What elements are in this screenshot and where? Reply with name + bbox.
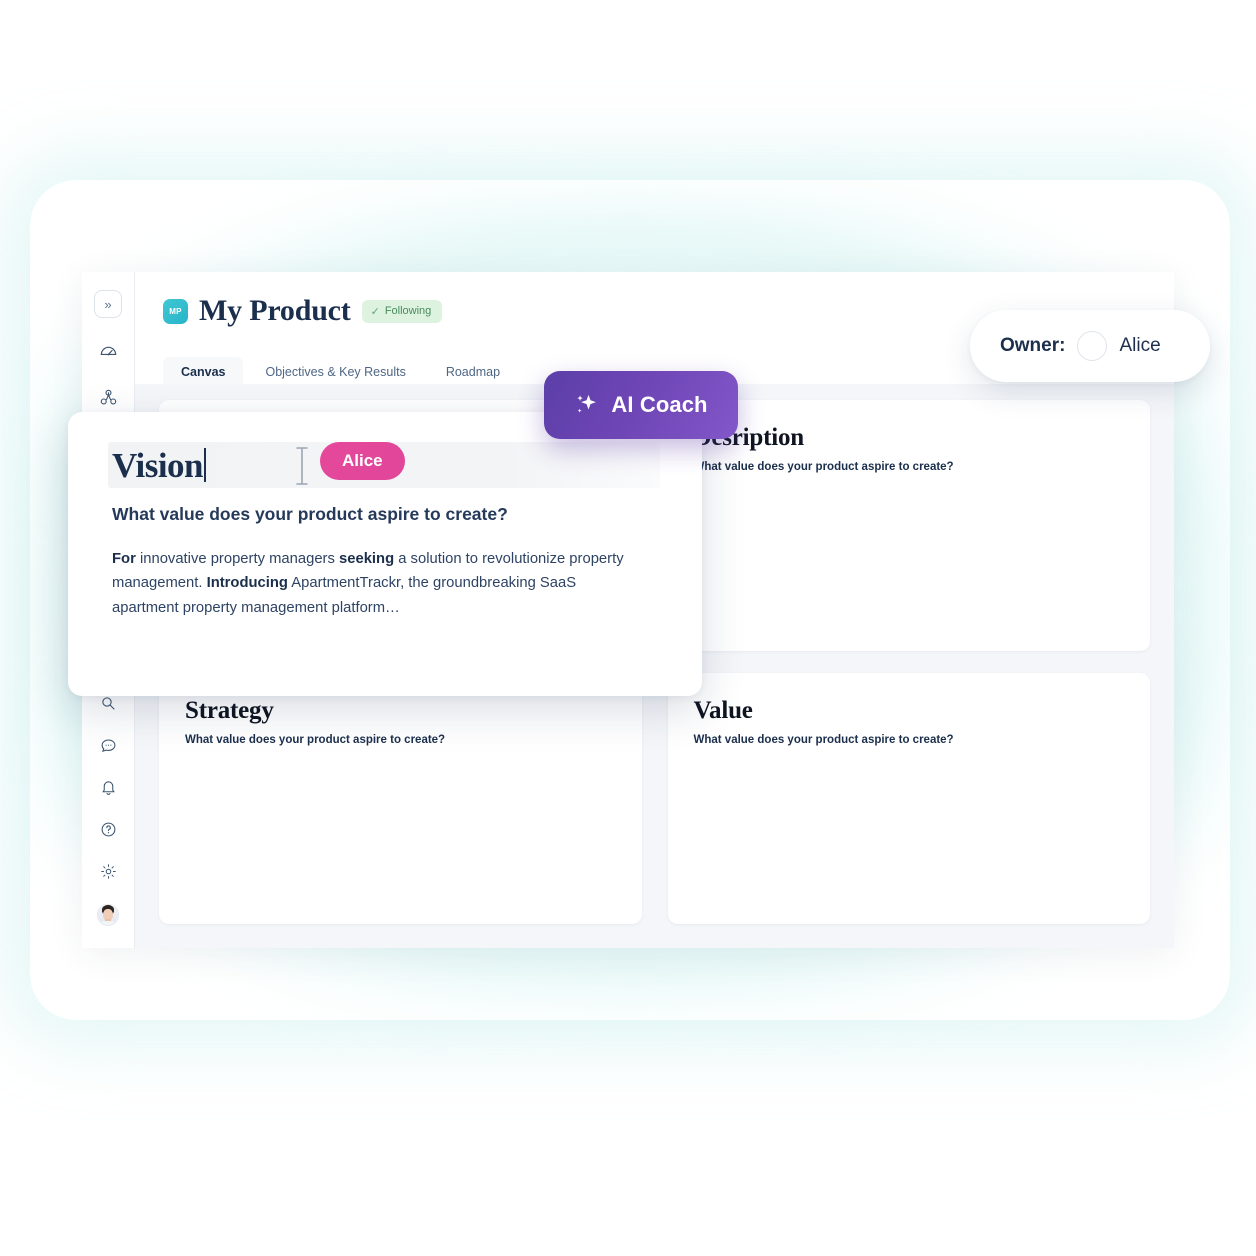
hierarchy-cluster-icon[interactable] <box>93 382 123 412</box>
owner-avatar <box>1077 331 1108 361</box>
card-strategy[interactable]: Strategy What value does your product as… <box>159 673 642 924</box>
vision-title-text: Vision <box>112 445 204 485</box>
product-logo-badge: MP <box>163 298 188 324</box>
bell-icon[interactable] <box>93 772 123 802</box>
settings-gear-icon[interactable] <box>93 856 123 886</box>
owner-name: Alice <box>1119 335 1161 356</box>
card-title: Value <box>693 697 753 724</box>
dashboard-gauge-icon[interactable] <box>93 335 123 365</box>
following-status-badge[interactable]: ✓ Following <box>361 299 443 323</box>
card-subtitle: What value does your product aspire to c… <box>693 461 954 473</box>
double-chevron-right-icon: » <box>104 296 112 312</box>
vision-question: What value does your product aspire to c… <box>112 504 508 524</box>
vision-title-input[interactable]: Vision Alice <box>108 442 660 488</box>
vision-body-text[interactable]: For innovative property managers seeking… <box>112 547 646 620</box>
vision-editor-card: Vision Alice What value does your produc… <box>68 412 702 696</box>
ibeam-cursor-icon <box>296 447 308 485</box>
owner-chip[interactable]: Owner: Alice <box>970 310 1210 382</box>
following-label: Following <box>384 305 432 317</box>
avatar-photo <box>98 905 118 925</box>
check-icon: ✓ <box>370 305 380 318</box>
card-desription[interactable]: Desription What value does your product … <box>667 400 1150 651</box>
card-title: Desription <box>693 424 805 451</box>
page-title: My Product <box>199 294 351 327</box>
card-title: Strategy <box>185 697 274 724</box>
text-caret <box>204 448 207 482</box>
card-subtitle: What value does your product aspire to c… <box>185 734 446 746</box>
sparkle-icon <box>577 394 597 413</box>
ai-coach-button[interactable]: AI Coach <box>544 371 738 439</box>
comment-icon[interactable] <box>93 730 123 760</box>
card-subtitle: What value does your product aspire to c… <box>693 734 954 746</box>
sidebar-expand-button[interactable]: » <box>94 290 122 318</box>
screenshot-stage: » + <box>0 0 1256 1256</box>
owner-label: Owner: <box>1000 335 1066 356</box>
card-value[interactable]: Value What value does your product aspir… <box>667 673 1150 924</box>
collaborator-badge-alice[interactable]: Alice <box>320 442 405 480</box>
rail-user-avatar[interactable] <box>97 904 119 926</box>
help-circle-icon[interactable] <box>93 814 123 844</box>
ai-coach-label: AI Coach <box>611 392 708 417</box>
